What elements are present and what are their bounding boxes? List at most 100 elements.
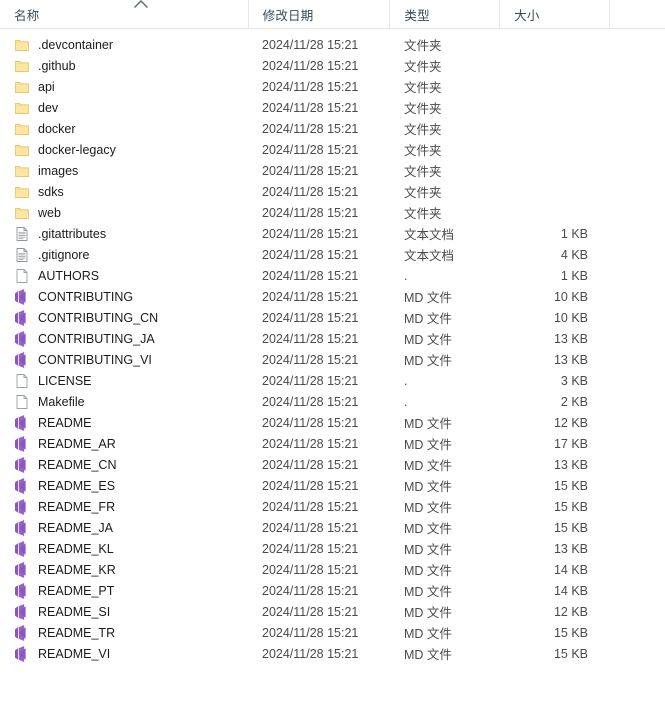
- file-name-cell[interactable]: sdks: [0, 184, 248, 200]
- file-size-cell: 2 KB: [560, 394, 588, 409]
- file-row[interactable]: README_SI 2024/11/28 15:21 MD 文件 12 KB: [0, 601, 665, 622]
- file-date-cell: 2024/11/28 15:21: [262, 352, 359, 367]
- file-row[interactable]: api 2024/11/28 15:21 文件夹: [0, 76, 665, 97]
- file-name-label: LICENSE: [38, 373, 92, 388]
- blank-page-icon: [14, 373, 30, 389]
- file-name-cell[interactable]: README_AR: [0, 435, 248, 452]
- file-name-cell[interactable]: dev: [0, 100, 248, 116]
- file-row[interactable]: images 2024/11/28 15:21 文件夹: [0, 160, 665, 181]
- file-name-label: sdks: [38, 184, 64, 199]
- file-row[interactable]: docker 2024/11/28 15:21 文件夹: [0, 118, 665, 139]
- file-name-label: CONTRIBUTING: [38, 289, 134, 304]
- folder-icon: [14, 58, 30, 74]
- file-date-cell: 2024/11/28 15:21: [262, 226, 359, 241]
- markdown-vs-icon: [14, 540, 30, 557]
- file-name-cell[interactable]: README_JA: [0, 519, 248, 536]
- blank-page-icon: [14, 394, 30, 410]
- file-row[interactable]: README_ES 2024/11/28 15:21 MD 文件 15 KB: [0, 475, 665, 496]
- file-name-cell[interactable]: web: [0, 205, 248, 221]
- file-type-cell: MD 文件: [404, 501, 452, 515]
- file-row[interactable]: AUTHORS 2024/11/28 15:21. 1 KB: [0, 265, 665, 286]
- file-name-cell[interactable]: README_KR: [0, 561, 248, 578]
- file-type-cell: .: [404, 394, 408, 409]
- file-name-cell[interactable]: README_CN: [0, 456, 248, 473]
- file-type-cell: MD 文件: [404, 606, 452, 620]
- file-name-cell[interactable]: README_VI: [0, 645, 248, 662]
- markdown-vs-icon: [14, 582, 30, 599]
- file-row[interactable]: .devcontainer 2024/11/28 15:21 文件夹: [0, 34, 665, 55]
- file-type-cell: 文件夹: [404, 144, 442, 158]
- file-name-cell[interactable]: images: [0, 163, 248, 179]
- file-row[interactable]: .gitignore 2024/11/28 15:21 文本文档 4 KB: [0, 244, 665, 265]
- file-row[interactable]: LICENSE 2024/11/28 15:21. 3 KB: [0, 370, 665, 391]
- file-name-cell[interactable]: LICENSE: [0, 373, 248, 389]
- file-type-cell: MD 文件: [404, 354, 452, 368]
- file-row[interactable]: dev 2024/11/28 15:21 文件夹: [0, 97, 665, 118]
- file-name-cell[interactable]: .gitattributes: [0, 226, 248, 242]
- file-row[interactable]: web 2024/11/28 15:21 文件夹: [0, 202, 665, 223]
- file-type-cell: 文件夹: [404, 165, 442, 179]
- file-name-cell[interactable]: api: [0, 79, 248, 95]
- markdown-vs-icon: [14, 414, 30, 431]
- file-row[interactable]: README_PT 2024/11/28 15:21 MD 文件 14 KB: [0, 580, 665, 601]
- file-row[interactable]: README_AR 2024/11/28 15:21 MD 文件 17 KB: [0, 433, 665, 454]
- file-name-label: .devcontainer: [38, 37, 114, 52]
- file-name-cell[interactable]: AUTHORS: [0, 268, 248, 284]
- file-row[interactable]: README 2024/11/28 15:21 MD 文件 12 KB: [0, 412, 665, 433]
- file-row[interactable]: CONTRIBUTING 2024/11/28 15:21 MD 文件 10 KB: [0, 286, 665, 307]
- column-header-name[interactable]: 名称: [0, 0, 248, 28]
- file-name-cell[interactable]: README: [0, 414, 248, 431]
- file-row[interactable]: Makefile 2024/11/28 15:21. 2 KB: [0, 391, 665, 412]
- file-row[interactable]: README_TR 2024/11/28 15:21 MD 文件 15 KB: [0, 622, 665, 643]
- file-type-cell: MD 文件: [404, 522, 452, 536]
- file-name-cell[interactable]: README_PT: [0, 582, 248, 599]
- file-name-cell[interactable]: README_TR: [0, 624, 248, 641]
- file-row[interactable]: README_FR 2024/11/28 15:21 MD 文件 15 KB: [0, 496, 665, 517]
- file-name-cell[interactable]: CONTRIBUTING_JA: [0, 330, 248, 347]
- file-row[interactable]: .github 2024/11/28 15:21 文件夹: [0, 55, 665, 76]
- file-size-cell: 15 KB: [553, 499, 588, 514]
- file-row[interactable]: README_KL 2024/11/28 15:21 MD 文件 13 KB: [0, 538, 665, 559]
- markdown-vs-icon: [14, 477, 30, 494]
- file-name-cell[interactable]: .gitignore: [0, 247, 248, 263]
- file-name-cell[interactable]: docker-legacy: [0, 142, 248, 158]
- file-name-cell[interactable]: Makefile: [0, 394, 248, 410]
- column-header-type[interactable]: 类型: [389, 0, 499, 28]
- file-name-cell[interactable]: CONTRIBUTING: [0, 288, 248, 305]
- file-type-cell: MD 文件: [404, 585, 452, 599]
- markdown-vs-icon: [14, 519, 30, 536]
- file-row[interactable]: .gitattributes 2024/11/28 15:21 文本文档 1 KB: [0, 223, 665, 244]
- file-size-cell: 10 KB: [553, 289, 588, 304]
- file-row[interactable]: sdks 2024/11/28 15:21 文件夹: [0, 181, 665, 202]
- column-header-name-label: 名称: [14, 8, 40, 23]
- file-name-cell[interactable]: CONTRIBUTING_CN: [0, 309, 248, 326]
- file-name-cell[interactable]: docker: [0, 121, 248, 137]
- file-size-cell: 15 KB: [553, 478, 588, 493]
- markdown-vs-icon: [14, 309, 30, 326]
- file-name-label: docker-legacy: [38, 142, 116, 157]
- file-name-cell[interactable]: README_KL: [0, 540, 248, 557]
- file-row[interactable]: docker-legacy 2024/11/28 15:21 文件夹: [0, 139, 665, 160]
- file-row[interactable]: README_VI 2024/11/28 15:21 MD 文件 15 KB: [0, 643, 665, 664]
- file-row[interactable]: README_JA 2024/11/28 15:21 MD 文件 15 KB: [0, 517, 665, 538]
- column-header-date-modified[interactable]: 修改日期: [247, 0, 390, 28]
- file-name-label: api: [38, 79, 55, 94]
- file-row[interactable]: README_CN 2024/11/28 15:21 MD 文件 13 KB: [0, 454, 665, 475]
- file-size-cell: 13 KB: [553, 352, 588, 367]
- file-row[interactable]: README_KR 2024/11/28 15:21 MD 文件 14 KB: [0, 559, 665, 580]
- file-name-cell[interactable]: CONTRIBUTING_VI: [0, 351, 248, 368]
- file-name-label: AUTHORS: [38, 268, 100, 283]
- file-date-cell: 2024/11/28 15:21: [262, 205, 359, 220]
- file-name-cell[interactable]: README_ES: [0, 477, 248, 494]
- file-name-cell[interactable]: .github: [0, 58, 248, 74]
- file-list[interactable]: .devcontainer 2024/11/28 15:21 文件夹 .github 2…: [0, 29, 665, 664]
- file-row[interactable]: CONTRIBUTING_VI 2024/11/28 15:21 MD 文件 13 K…: [0, 349, 665, 370]
- column-header-size[interactable]: 大小: [499, 0, 609, 28]
- file-name-cell[interactable]: README_FR: [0, 498, 248, 515]
- file-size-cell: 13 KB: [553, 541, 588, 556]
- file-type-cell: 文件夹: [404, 207, 442, 221]
- file-name-cell[interactable]: .devcontainer: [0, 37, 248, 53]
- file-name-cell[interactable]: README_SI: [0, 603, 248, 620]
- file-row[interactable]: CONTRIBUTING_JA 2024/11/28 15:21 MD 文件 13 K…: [0, 328, 665, 349]
- file-row[interactable]: CONTRIBUTING_CN 2024/11/28 15:21 MD 文件 10 K…: [0, 307, 665, 328]
